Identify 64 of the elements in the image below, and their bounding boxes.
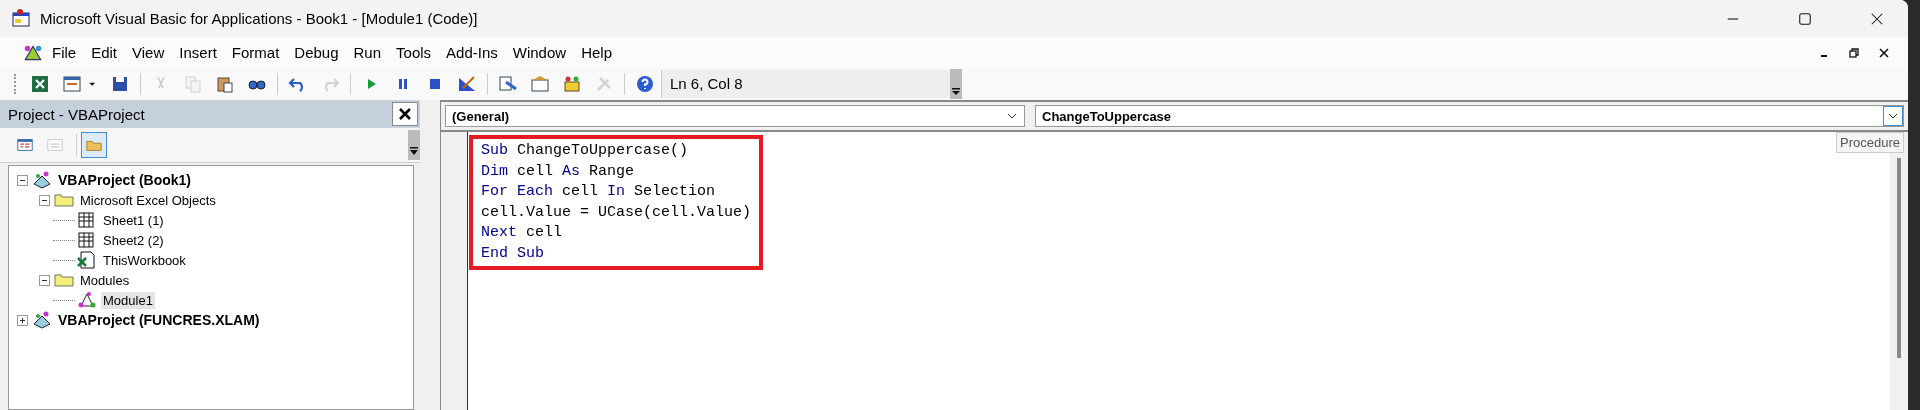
module-icon (77, 290, 97, 310)
sheet-icon (77, 210, 97, 230)
menu-item[interactable]: Edit (91, 44, 118, 61)
tree-item[interactable]: Modules (78, 271, 132, 289)
code-line: cell.Value = UCase(cell.Value) (481, 202, 752, 223)
chevron-down-icon (1883, 106, 1903, 126)
code-line: For Each cell In Selection (481, 182, 717, 202)
menu-item[interactable]: Tools (396, 44, 432, 61)
sheet-icon (77, 230, 97, 250)
tree-item[interactable]: Microsoft Excel Objects (78, 191, 218, 209)
menu-item[interactable]: Run (353, 44, 382, 61)
tree-item[interactable]: Sheet2 (2) (101, 231, 166, 249)
tree-item[interactable]: Module1 (101, 291, 155, 309)
tree-item[interactable]: Sheet1 (1) (101, 211, 166, 229)
close-icon (397, 106, 413, 122)
excel-icon[interactable] (30, 74, 50, 94)
paste-icon[interactable] (215, 74, 235, 94)
menu-item[interactable]: Debug (294, 44, 339, 61)
window-title: Microsoft Visual Basic for Applications - Book1 - [Module1 (Code)] (40, 10, 478, 27)
code-line: Dim cell As Range (481, 161, 636, 182)
object-dropdown[interactable]: (General) (445, 105, 1025, 127)
browser-icon[interactable] (562, 74, 582, 94)
window-icon (46, 136, 64, 154)
toolbar-options-icon[interactable] (950, 69, 962, 99)
tooltip: Procedure (1836, 132, 1904, 153)
workbook-icon (77, 250, 97, 270)
cursor-position: Ln 6, Col 8 (661, 70, 950, 98)
restore-icon[interactable] (1848, 46, 1860, 59)
procedure-dropdown[interactable]: ChangeToUppercase (1035, 105, 1904, 127)
explorer-icon[interactable] (498, 74, 518, 94)
project-icon (32, 310, 52, 330)
close-button[interactable] (392, 102, 418, 126)
menu-item[interactable]: File (52, 44, 77, 61)
properties-icon[interactable] (530, 74, 550, 94)
menu-item[interactable]: Add-Ins (446, 44, 498, 61)
code-line: Next cell (481, 223, 564, 243)
tree-item[interactable]: VBAProject (Book1) (56, 171, 194, 189)
menu-item[interactable]: Help (581, 44, 612, 61)
expander-icon[interactable] (17, 174, 28, 186)
toolbar-options-icon[interactable] (408, 130, 420, 160)
toggle-folders-button[interactable] (81, 132, 107, 158)
expander-icon[interactable] (39, 274, 50, 286)
expander-icon[interactable] (17, 314, 28, 326)
menu-item[interactable]: Window (512, 44, 567, 61)
menu-item[interactable]: Format (231, 44, 280, 61)
code-line: Sub ChangeToUppercase() (481, 141, 690, 161)
app-icon (12, 8, 32, 29)
userform-icon[interactable] (62, 74, 82, 94)
maximize-icon[interactable] (1798, 11, 1812, 26)
expander-icon[interactable] (39, 194, 50, 206)
menu-item[interactable]: Insert (179, 44, 217, 61)
help-icon[interactable] (635, 74, 655, 94)
close-icon[interactable] (1878, 46, 1890, 59)
pane-title: Project - VBAProject (8, 105, 146, 123)
code-line: End Sub (481, 243, 545, 264)
save-icon[interactable] (110, 74, 130, 94)
scrollbar-thumb[interactable] (1897, 158, 1901, 358)
design-icon[interactable] (457, 74, 477, 94)
close-icon[interactable] (1870, 11, 1884, 26)
tree-item[interactable]: VBAProject (FUNCRES.XLAM) (56, 311, 262, 329)
tree-item[interactable]: ThisWorkbook (101, 251, 188, 269)
window-icon (16, 136, 34, 154)
project-icon (32, 170, 52, 190)
menu-item[interactable]: View (132, 44, 165, 61)
